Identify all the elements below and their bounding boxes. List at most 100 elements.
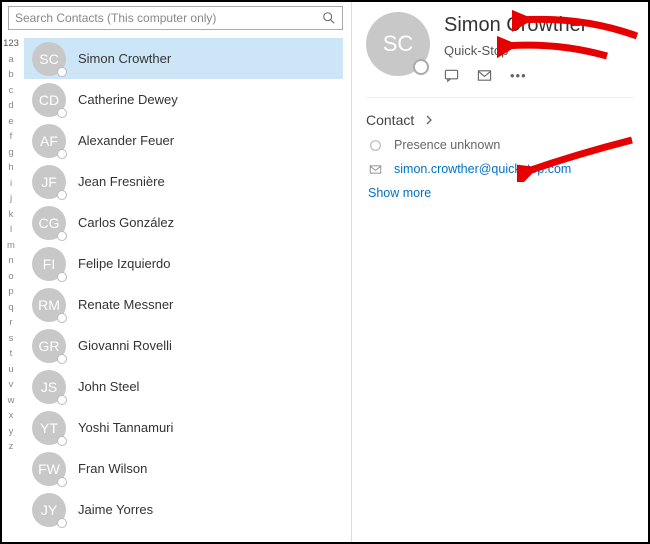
search-bar[interactable] xyxy=(8,6,343,30)
contact-name: Giovanni Rovelli xyxy=(78,338,172,353)
presence-circle-icon xyxy=(368,139,382,152)
alpha-index-item[interactable]: t xyxy=(10,348,13,359)
avatar: YT xyxy=(32,411,66,445)
avatar-initials: JY xyxy=(41,502,57,518)
avatar-initials: FW xyxy=(38,461,60,477)
contact-item[interactable]: GR Giovanni Rovelli xyxy=(24,325,343,366)
presence-icon xyxy=(57,313,67,323)
alpha-index-item[interactable]: l xyxy=(10,224,12,235)
presence-icon xyxy=(57,231,67,241)
show-more-link[interactable]: Show more xyxy=(368,186,634,200)
avatar-initials: RM xyxy=(38,297,60,313)
alpha-index-item[interactable]: f xyxy=(10,131,13,142)
alpha-index-item[interactable]: e xyxy=(8,116,13,127)
avatar-initials: FI xyxy=(43,256,55,272)
alpha-index-item[interactable]: 123 xyxy=(3,38,19,49)
contact-item[interactable]: CG Carlos González xyxy=(24,202,343,243)
contact-item[interactable]: JYJaime Yorres xyxy=(24,489,343,530)
avatar: FI xyxy=(32,247,66,281)
alpha-index-item[interactable]: z xyxy=(9,441,14,452)
presence-icon xyxy=(413,59,429,75)
presence-icon xyxy=(57,477,67,487)
mail-icon[interactable] xyxy=(477,68,492,83)
avatar-initials: JF xyxy=(41,174,57,190)
email-row: simon.crowther@quickstop.com xyxy=(368,162,634,176)
avatar: GR xyxy=(32,329,66,363)
email-link[interactable]: simon.crowther@quickstop.com xyxy=(394,162,571,176)
avatar: JS xyxy=(32,370,66,404)
contact-item[interactable]: JF Jean Fresnière xyxy=(24,161,343,202)
contact-name: Fran Wilson xyxy=(78,461,147,476)
alpha-index-item[interactable]: d xyxy=(8,100,13,111)
profile-header: SC Simon Crowther Quick-Stop ••• xyxy=(366,12,634,98)
more-icon[interactable]: ••• xyxy=(510,68,527,83)
alpha-index-item[interactable]: h xyxy=(8,162,13,173)
alpha-index-item[interactable]: j xyxy=(10,193,12,204)
presence-icon xyxy=(57,108,67,118)
contact-item[interactable]: CD Catherine Dewey xyxy=(24,79,343,120)
details-panel: SC Simon Crowther Quick-Stop ••• Contact… xyxy=(352,2,648,542)
alpha-index-item[interactable]: g xyxy=(8,147,13,158)
contact-name: Alexander Feuer xyxy=(78,133,174,148)
avatar: FW xyxy=(32,452,66,486)
alpha-index-item[interactable]: c xyxy=(9,85,14,96)
contacts-panel: 123 abcdefghijklmnopqrstuvwxyz SCSimon Cr… xyxy=(2,2,352,542)
alpha-index-item[interactable]: a xyxy=(8,54,13,65)
alpha-index-item[interactable]: b xyxy=(8,69,13,80)
profile-name: Simon Crowther xyxy=(444,14,587,37)
contact-name: Catherine Dewey xyxy=(78,92,178,107)
contact-name: Yoshi Tannamuri xyxy=(78,420,173,435)
alpha-index-item[interactable]: q xyxy=(8,302,13,313)
search-icon[interactable] xyxy=(322,11,336,25)
presence-label: Presence unknown xyxy=(394,138,500,152)
alpha-index-item[interactable]: m xyxy=(7,240,15,251)
contact-name: Renate Messner xyxy=(78,297,173,312)
alpha-index-item[interactable]: u xyxy=(8,364,13,375)
contact-item[interactable]: FI Felipe Izquierdo xyxy=(24,243,343,284)
avatar-initials: YT xyxy=(40,420,58,436)
mail-icon-small xyxy=(368,163,382,176)
contact-item[interactable]: AF Alexander Feuer xyxy=(24,120,343,161)
alpha-index[interactable]: 123 abcdefghijklmnopqrstuvwxyz xyxy=(2,36,20,542)
avatar: JF xyxy=(32,165,66,199)
alpha-index-item[interactable]: w xyxy=(8,395,15,406)
presence-icon xyxy=(57,67,67,77)
avatar-initials: GR xyxy=(39,338,60,354)
alpha-index-item[interactable]: x xyxy=(9,410,14,421)
avatar: SC xyxy=(32,42,66,76)
contact-name: Jean Fresnière xyxy=(78,174,165,189)
chat-icon[interactable] xyxy=(444,68,459,83)
contact-section-label: Contact xyxy=(366,112,414,128)
contact-item[interactable]: JSJohn Steel xyxy=(24,366,343,407)
contact-item[interactable]: YT Yoshi Tannamuri xyxy=(24,407,343,448)
avatar: JY xyxy=(32,493,66,527)
profile-avatar-initials: SC xyxy=(383,31,414,57)
avatar-initials: SC xyxy=(39,51,58,67)
contact-name: Felipe Izquierdo xyxy=(78,256,171,271)
contact-item[interactable]: RM Renate Messner xyxy=(24,284,343,325)
contact-name: Carlos González xyxy=(78,215,174,230)
presence-icon xyxy=(57,149,67,159)
contact-item[interactable]: FW Fran Wilson xyxy=(24,448,343,489)
avatar-initials: CD xyxy=(39,92,59,108)
alpha-index-item[interactable]: r xyxy=(9,317,12,328)
search-input[interactable] xyxy=(15,11,322,25)
alpha-index-item[interactable]: n xyxy=(8,255,13,266)
contact-section-header[interactable]: Contact xyxy=(366,112,634,128)
presence-icon xyxy=(57,272,67,282)
alpha-index-item[interactable]: v xyxy=(9,379,14,390)
profile-company: Quick-Stop xyxy=(444,43,587,58)
avatar: CD xyxy=(32,83,66,117)
alpha-index-item[interactable]: y xyxy=(9,426,14,437)
alpha-index-item[interactable]: i xyxy=(10,178,12,189)
alpha-index-item[interactable]: s xyxy=(9,333,14,344)
contact-item[interactable]: SCSimon Crowther xyxy=(24,38,343,79)
avatar: CG xyxy=(32,206,66,240)
avatar: AF xyxy=(32,124,66,158)
alpha-index-item[interactable]: o xyxy=(8,271,13,282)
alpha-index-item[interactable]: p xyxy=(8,286,13,297)
presence-row: Presence unknown xyxy=(368,138,634,152)
presence-icon xyxy=(57,190,67,200)
presence-icon xyxy=(57,518,67,528)
alpha-index-item[interactable]: k xyxy=(9,209,14,220)
